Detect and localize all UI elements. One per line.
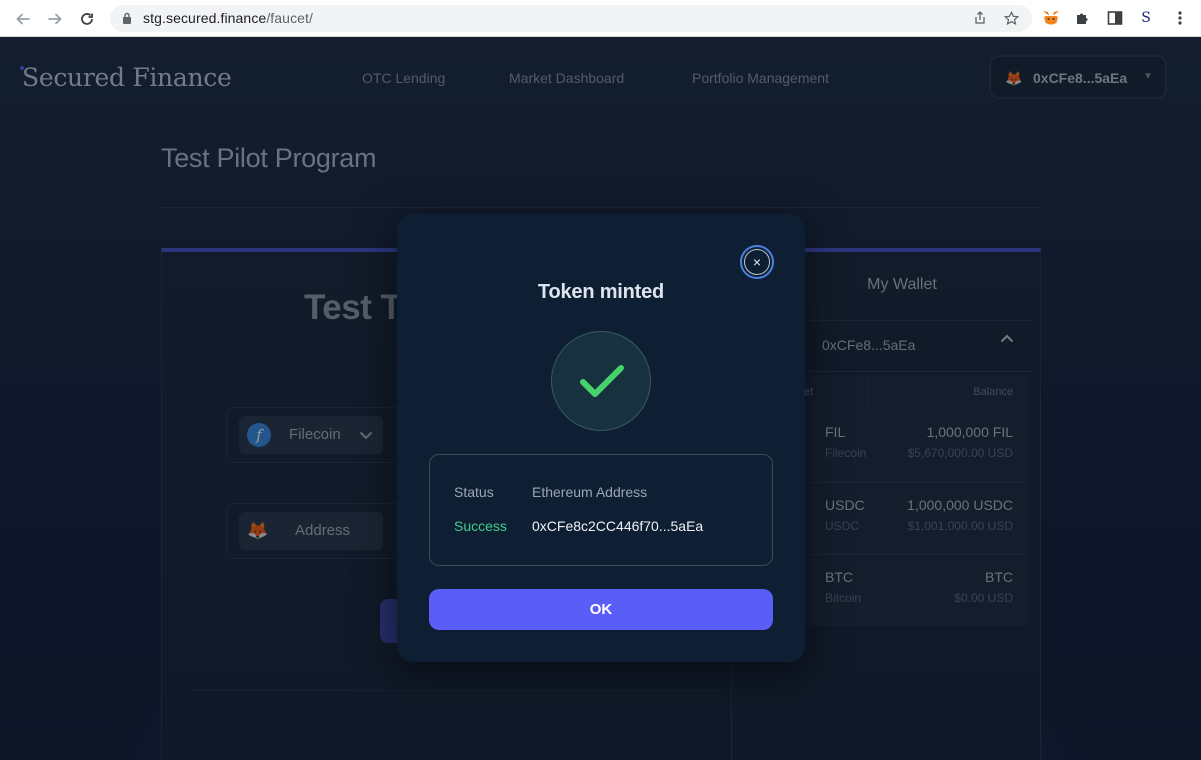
secured-finance-extension-icon[interactable]: S (1136, 8, 1156, 28)
ethereum-address-label: Ethereum Address (532, 484, 648, 500)
reload-icon[interactable] (76, 8, 98, 30)
browser-toolbar: stg.secured.finance/faucet/ S (0, 0, 1201, 37)
back-arrow-icon[interactable] (12, 8, 34, 30)
kebab-menu-icon[interactable] (1170, 8, 1190, 28)
share-icon[interactable] (972, 11, 988, 27)
status-label: Status (454, 484, 494, 500)
status-summary: Status Ethereum Address Success 0xCFe8c2… (429, 454, 773, 566)
address-bar[interactable]: stg.secured.finance/faucet/ (110, 5, 1032, 32)
forward-arrow-icon[interactable] (44, 8, 66, 30)
puzzle-icon[interactable] (1073, 8, 1093, 28)
close-button[interactable]: × (740, 245, 774, 279)
success-badge (551, 331, 651, 431)
close-icon: × (744, 249, 770, 275)
side-panel-icon[interactable] (1105, 8, 1125, 28)
checkmark-icon (580, 365, 624, 397)
status-value: Success (454, 518, 507, 534)
ethereum-address-value: 0xCFe8c2CC446f70...5aEa (532, 518, 704, 534)
lock-icon[interactable] (122, 12, 132, 24)
url-text[interactable]: stg.secured.finance/faucet/ (143, 10, 313, 26)
bookmark-star-icon[interactable] (1003, 10, 1019, 27)
token-minted-dialog: × Token minted Status Ethereum Address S… (397, 214, 805, 662)
dialog-title: Token minted (537, 281, 665, 303)
ok-button[interactable]: OK (429, 589, 773, 630)
metamask-fox-icon[interactable] (1041, 8, 1061, 28)
